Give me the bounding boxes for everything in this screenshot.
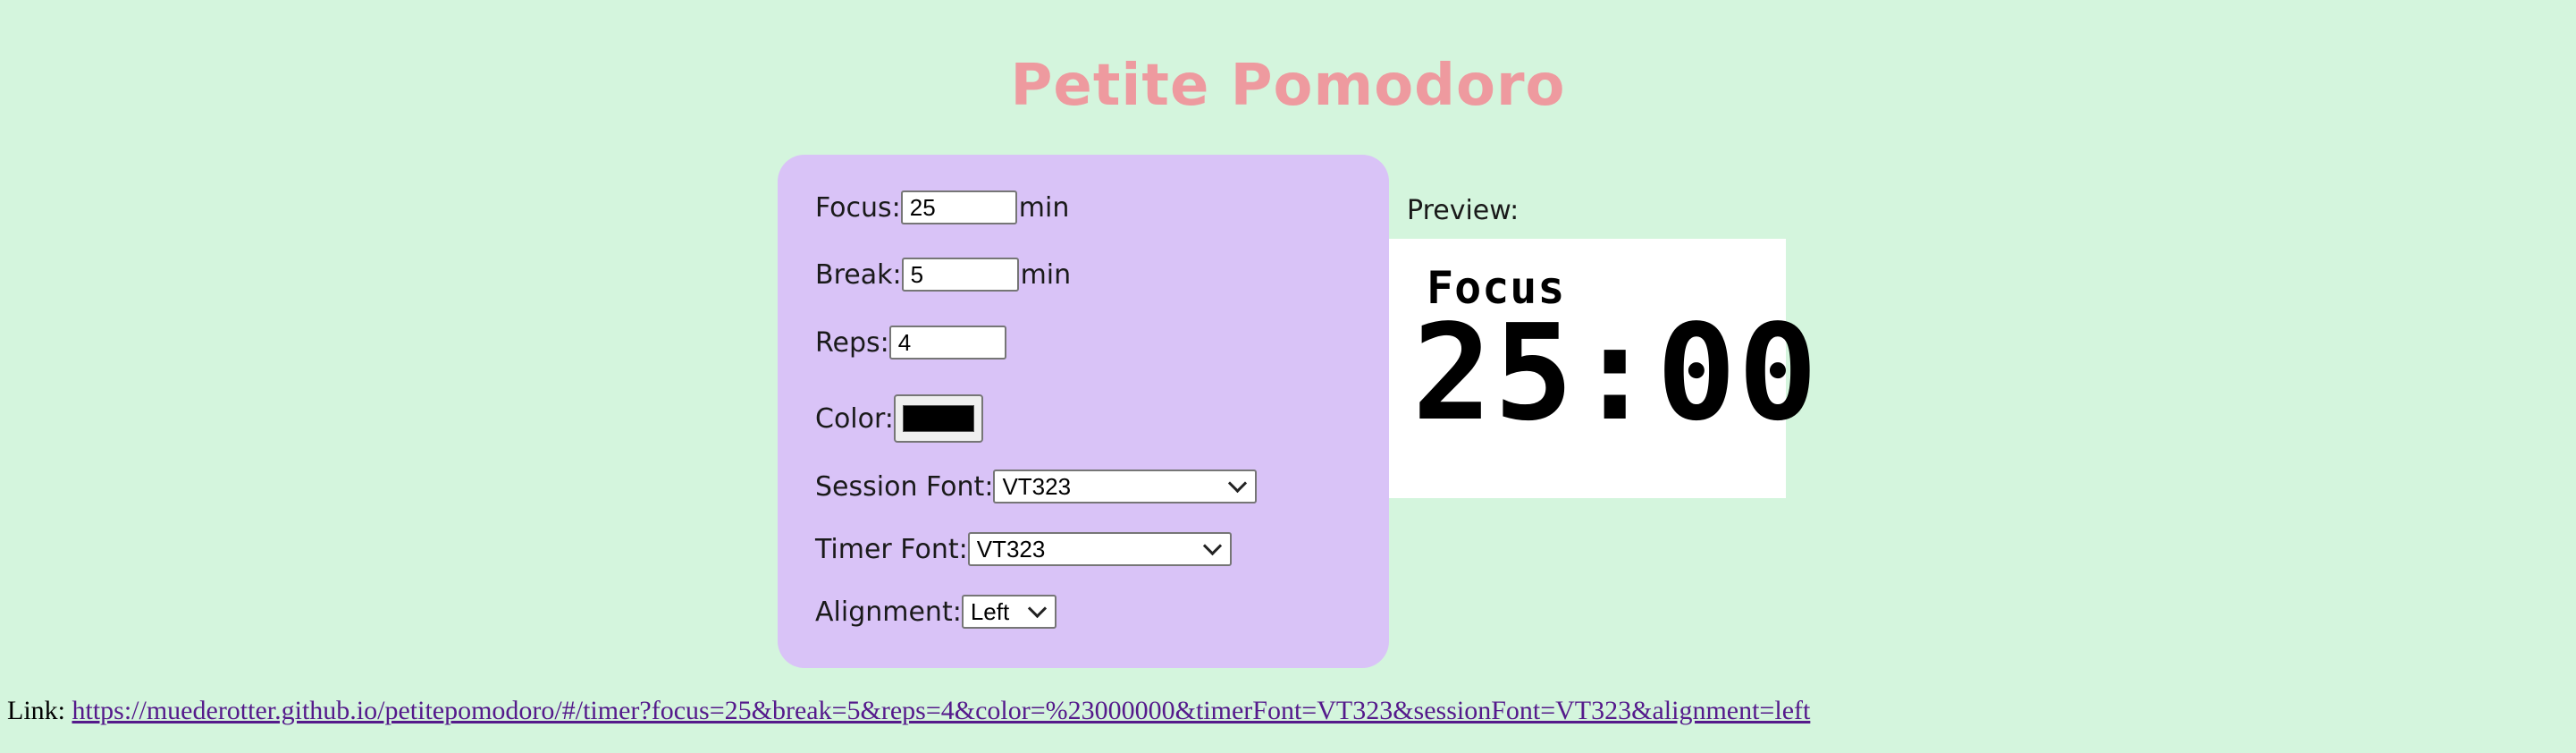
timer-font-select[interactable]: VT323: [967, 532, 1232, 566]
preview-label: Preview:: [1407, 195, 1520, 226]
timer-font-label: Timer Font:: [815, 533, 968, 565]
share-link[interactable]: https://muederotter.github.io/petitepomo…: [72, 696, 1811, 725]
share-link-row: Link: https://muederotter.github.io/peti…: [7, 696, 1810, 726]
color-picker[interactable]: [893, 394, 983, 443]
reps-row: Reps: 4: [815, 326, 1006, 360]
page-title: Petite Pomodoro: [1010, 53, 1566, 119]
alignment-row: Alignment: Left: [815, 595, 1056, 629]
session-font-row: Session Font: VT323: [815, 470, 1258, 503]
break-row: Break: 5 min: [815, 258, 1071, 292]
page: Petite Pomodoro Focus: 25 min Break: 5 m…: [0, 0, 2576, 753]
chevron-down-icon: [1228, 473, 1248, 494]
session-font-select[interactable]: VT323: [993, 470, 1258, 503]
alignment-value: Left: [970, 597, 1010, 625]
focus-row: Focus: 25 min: [815, 190, 1069, 224]
settings-panel: Focus: 25 min Break: 5 min Reps: 4 Color…: [778, 155, 1389, 668]
session-font-label: Session Font:: [815, 470, 994, 503]
reps-label: Reps:: [815, 326, 889, 359]
reps-input[interactable]: 4: [888, 326, 1006, 360]
link-label: Link:: [7, 696, 65, 725]
alignment-label: Alignment:: [815, 596, 962, 628]
break-input[interactable]: 5: [901, 258, 1019, 292]
preview-timer-text: 25:00: [1412, 296, 1820, 450]
focus-input[interactable]: 25: [900, 190, 1017, 224]
color-label: Color:: [815, 402, 894, 435]
color-row: Color:: [815, 394, 983, 443]
chevron-down-icon: [1027, 598, 1047, 619]
session-font-value: VT323: [1002, 472, 1072, 500]
timer-font-value: VT323: [976, 535, 1046, 563]
break-label: Break:: [815, 258, 902, 291]
timer-preview: Focus 25:00: [1389, 239, 1818, 498]
chevron-down-icon: [1202, 536, 1222, 556]
alignment-select[interactable]: Left: [961, 595, 1056, 629]
focus-unit: min: [1018, 191, 1070, 224]
timer-font-row: Timer Font: VT323: [815, 532, 1232, 566]
focus-label: Focus:: [815, 191, 901, 224]
break-unit: min: [1020, 258, 1072, 291]
color-swatch: [902, 405, 974, 432]
